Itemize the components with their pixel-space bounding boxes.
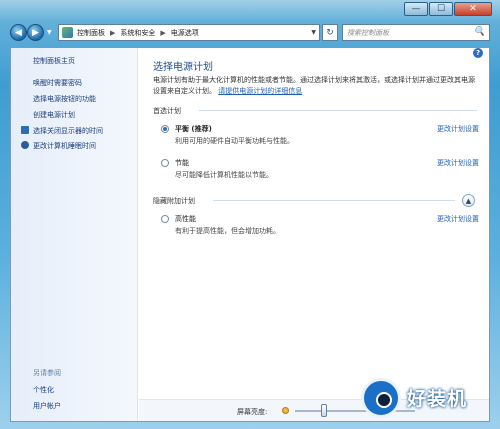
collapse-button[interactable]: ▲ [462,194,475,207]
close-button[interactable]: ✕ [454,2,492,16]
brightness-label: 屏幕亮度: [237,408,268,416]
breadcrumb-power-options[interactable]: 电源选项 [171,28,199,38]
main-panel: ? 选择电源计划 电源计划有助于最大化计算机的性能或者节能。通过选择计划来将其激… [139,48,489,421]
window-controls: — ☐ ✕ [403,2,492,16]
sidebar-item-power-buttons[interactable]: 选择电源按钮的功能 [33,94,96,104]
hidden-plans-heading[interactable]: 隐藏附加计划 [153,196,195,206]
page-title: 选择电源计划 [153,62,213,73]
recent-pages-dropdown[interactable]: ▼ [47,29,52,36]
breadcrumb-control-panel[interactable]: 控制面板 [77,28,105,38]
plan-power-saver-settings-link[interactable]: 更改计划设置 [437,158,479,168]
sidebar-item-display-off[interactable]: 选择关闭显示器的时间 [33,126,103,136]
plan-details-link[interactable]: 请提供电源计划的详细信息 [218,87,302,95]
content-area: 控制面板主页 唤醒时需要密码 选择电源按钮的功能 创建电源计划 选择关闭显示器的… [10,47,490,422]
sidebar-item-home[interactable]: 控制面板主页 [33,56,75,66]
plan-balanced-desc: 利用可用的硬件自动平衡功耗与性能。 [175,137,294,145]
sun-icon [282,407,289,414]
divider [199,110,477,111]
breadcrumb-separator-icon[interactable]: ▶ [110,29,115,37]
navigation-bar: ◀ ▶ ▼ 控制面板 ▶ 系统和安全 ▶ 电源选项 ▼ ↻ 搜索控制面板 🔍 [10,23,490,43]
forward-button[interactable]: ▶ [27,24,44,41]
plan-power-saver-radio[interactable] [161,159,169,167]
help-icon[interactable]: ? [473,48,483,58]
monitor-icon [21,126,29,134]
breadcrumb-separator-icon[interactable]: ▶ [160,29,165,37]
plan-power-saver-name[interactable]: 节能 [175,158,189,168]
see-also-heading: 另请参阅 [33,369,61,377]
plan-high-performance-settings-link[interactable]: 更改计划设置 [437,214,479,224]
refresh-button[interactable]: ↻ [322,24,338,41]
intro-body: 电源计划有助于最大化计算机的性能或者节能。通过选择计划来将其激活，或选择计划并通… [153,76,475,95]
sidebar: 控制面板主页 唤醒时需要密码 选择电源按钮的功能 创建电源计划 选择关闭显示器的… [11,48,138,421]
moon-icon [21,141,29,149]
plan-high-performance-desc: 有利于提高性能，但会增加功耗。 [175,227,280,235]
search-placeholder: 搜索控制面板 [347,28,389,37]
minimize-button[interactable]: — [404,2,428,16]
sidebar-item-user-accounts[interactable]: 用户帐户 [33,401,61,411]
plan-balanced-radio[interactable] [161,125,169,133]
plan-high-performance-radio[interactable] [161,215,169,223]
window-frame: — ☐ ✕ ◀ ▶ ▼ 控制面板 ▶ 系统和安全 ▶ 电源选项 ▼ ↻ 搜索控制… [0,0,500,429]
watermark-text: 好装机 [407,388,468,410]
search-icon[interactable]: 🔍 [474,27,485,37]
brightness-slider-thumb[interactable] [321,404,327,417]
plan-power-saver-desc: 尽可能降低计算机性能以节能。 [175,171,273,179]
back-button[interactable]: ◀ [10,24,27,41]
search-input[interactable]: 搜索控制面板 🔍 [342,24,490,41]
sidebar-item-create-plan[interactable]: 创建电源计划 [33,110,75,120]
control-panel-icon [62,27,73,38]
maximize-button[interactable]: ☐ [429,2,453,16]
sidebar-item-personalization[interactable]: 个性化 [33,385,54,395]
breadcrumb-system-security[interactable]: 系统和安全 [120,28,155,38]
sidebar-item-wake-password[interactable]: 唤醒时需要密码 [33,78,82,88]
preferred-plans-heading: 首选计划 [153,107,181,115]
watermark-logo: 好装机 [357,368,497,426]
plan-balanced-name[interactable]: 平衡 (推荐) [175,124,212,134]
plan-balanced-settings-link[interactable]: 更改计划设置 [437,124,479,134]
watermark-icon [361,378,401,418]
sidebar-item-sleep[interactable]: 更改计算机睡眠时间 [33,141,96,151]
plan-high-performance-name[interactable]: 高性能 [175,214,196,224]
address-dropdown-icon[interactable]: ▼ [311,29,316,36]
address-bar[interactable]: 控制面板 ▶ 系统和安全 ▶ 电源选项 ▼ [58,24,320,41]
divider [213,200,455,201]
intro-text: 电源计划有助于最大化计算机的性能或者节能。通过选择计划来将其激活，或选择计划并通… [153,75,478,97]
